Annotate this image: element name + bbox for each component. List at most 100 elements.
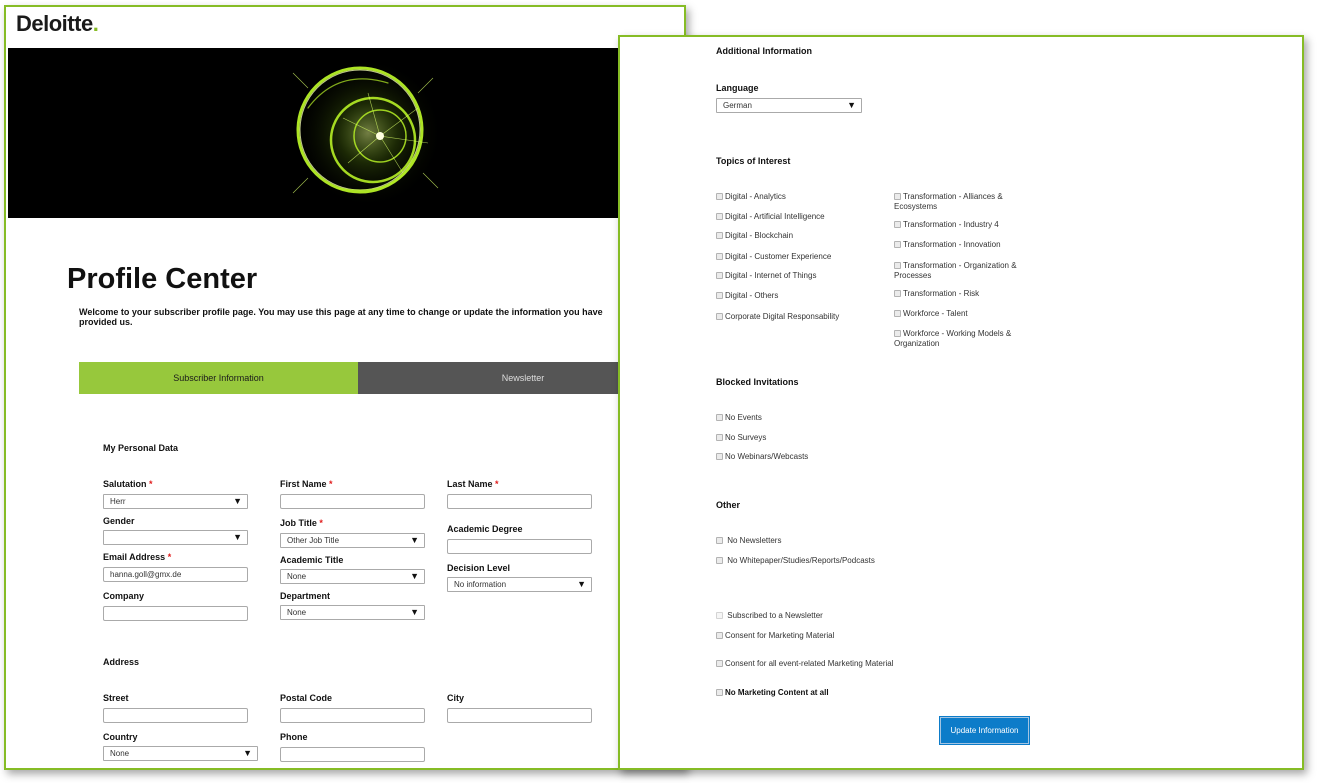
checkbox-icon[interactable] bbox=[716, 612, 723, 619]
country-label: Country bbox=[103, 732, 138, 742]
topic-checkbox-item[interactable]: Digital - Blockchain bbox=[716, 231, 793, 241]
sparkler-image bbox=[8, 48, 684, 218]
logo-text: Deloitte bbox=[16, 11, 93, 36]
topic-label: Corporate Digital Responsability bbox=[725, 312, 840, 321]
topic-checkbox-item[interactable]: Transformation - Alliances & Ecosystems bbox=[894, 192, 1014, 212]
checkbox-icon[interactable] bbox=[894, 221, 901, 228]
topic-checkbox-item[interactable]: Digital - Others bbox=[716, 291, 778, 301]
topic-label: Digital - Internet of Things bbox=[725, 271, 817, 280]
salutation-label-text: Salutation bbox=[103, 479, 147, 489]
topic-label: Digital - Blockchain bbox=[725, 231, 794, 240]
checkbox-icon[interactable] bbox=[716, 292, 723, 299]
language-select[interactable]: German ▼ bbox=[716, 98, 862, 113]
event-marketing-consent-checkbox-item[interactable]: Consent for all event-related Marketing … bbox=[716, 659, 894, 669]
checkbox-icon[interactable] bbox=[716, 557, 723, 564]
blocked-label: No Surveys bbox=[725, 433, 767, 442]
topic-checkbox-item[interactable]: Transformation - Innovation bbox=[894, 240, 1014, 250]
other-label: No Newsletters bbox=[727, 536, 782, 545]
topic-checkbox-item[interactable]: Workforce - Working Models & Organizatio… bbox=[894, 329, 1019, 349]
phone-input[interactable] bbox=[280, 747, 425, 762]
event-marketing-consent-label: Consent for all event-related Marketing … bbox=[725, 659, 894, 668]
blocked-checkbox-item[interactable]: No Surveys bbox=[716, 433, 766, 443]
topic-label: Digital - Others bbox=[725, 291, 779, 300]
topic-checkbox-item[interactable]: Digital - Analytics bbox=[716, 192, 786, 202]
checkbox-icon[interactable] bbox=[894, 290, 901, 297]
street-label: Street bbox=[103, 693, 129, 703]
academic-title-label: Academic Title bbox=[280, 555, 344, 565]
other-label: No Whitepaper/Studies/Reports/Podcasts bbox=[727, 556, 875, 565]
required-asterisk: * bbox=[329, 479, 333, 489]
topic-label: Workforce - Talent bbox=[903, 309, 968, 318]
newsletter-panel: Additional Information Language German ▼ … bbox=[618, 35, 1304, 770]
checkbox-icon[interactable] bbox=[894, 310, 901, 317]
topic-checkbox-item[interactable]: Digital - Customer Experience bbox=[716, 252, 831, 262]
last-name-label-text: Last Name bbox=[447, 479, 493, 489]
checkbox-icon[interactable] bbox=[894, 241, 901, 248]
academic-degree-input[interactable] bbox=[447, 539, 592, 554]
other-checkbox-item[interactable]: No Whitepaper/Studies/Reports/Podcasts bbox=[716, 556, 875, 566]
blocked-invitations-heading: Blocked Invitations bbox=[716, 377, 799, 387]
checkbox-icon[interactable] bbox=[716, 232, 723, 239]
postal-code-input[interactable] bbox=[280, 708, 425, 723]
no-marketing-checkbox-item[interactable]: No Marketing Content at all bbox=[716, 688, 829, 698]
topic-checkbox-item[interactable]: Digital - Artificial Intelligence bbox=[716, 212, 825, 222]
required-asterisk: * bbox=[319, 518, 323, 528]
blocked-checkbox-item[interactable]: No Webinars/Webcasts bbox=[716, 452, 808, 462]
chevron-down-icon: ▼ bbox=[847, 100, 856, 110]
checkbox-icon[interactable] bbox=[716, 313, 723, 320]
company-input[interactable] bbox=[103, 606, 248, 621]
salutation-select[interactable]: Herr ▼ bbox=[103, 494, 248, 509]
academic-title-value: None bbox=[287, 572, 307, 581]
checkbox-icon[interactable] bbox=[894, 193, 901, 200]
gender-select[interactable]: ▼ bbox=[103, 530, 248, 545]
first-name-input[interactable] bbox=[280, 494, 425, 509]
update-information-button[interactable]: Update Information bbox=[939, 716, 1030, 745]
department-select[interactable]: None ▼ bbox=[280, 605, 425, 620]
email-label: Email Address * bbox=[103, 552, 171, 562]
job-title-select[interactable]: Other Job Title ▼ bbox=[280, 533, 425, 548]
decision-level-select[interactable]: No information ▼ bbox=[447, 577, 592, 592]
topic-checkbox-item[interactable]: Workforce - Talent bbox=[894, 309, 1014, 319]
topic-label: Transformation - Industry 4 bbox=[903, 220, 999, 229]
email-field[interactable]: hanna.goll@gmx.de bbox=[103, 567, 248, 582]
marketing-consent-checkbox-item[interactable]: Consent for Marketing Material bbox=[716, 631, 834, 641]
topic-label: Digital - Artificial Intelligence bbox=[725, 212, 825, 221]
checkbox-icon[interactable] bbox=[716, 453, 723, 460]
topic-checkbox-item[interactable]: Digital - Internet of Things bbox=[716, 271, 816, 281]
checkbox-icon[interactable] bbox=[716, 253, 723, 260]
checkbox-icon[interactable] bbox=[716, 193, 723, 200]
subscribed-checkbox-item[interactable]: Subscribed to a Newsletter bbox=[716, 611, 823, 621]
topic-label: Transformation - Alliances & Ecosystems bbox=[894, 192, 1003, 211]
salutation-label: Salutation * bbox=[103, 479, 153, 489]
checkbox-icon[interactable] bbox=[716, 434, 723, 441]
country-value: None bbox=[110, 749, 130, 758]
checkbox-icon[interactable] bbox=[716, 689, 723, 696]
checkbox-icon[interactable] bbox=[716, 414, 723, 421]
street-input[interactable] bbox=[103, 708, 248, 723]
other-checkbox-item[interactable]: No Newsletters bbox=[716, 536, 781, 546]
job-title-label-text: Job Title bbox=[280, 518, 317, 528]
city-input[interactable] bbox=[447, 708, 592, 723]
topic-checkbox-item[interactable]: Transformation - Organization & Processe… bbox=[894, 261, 1029, 281]
topic-checkbox-item[interactable]: Corporate Digital Responsability bbox=[716, 312, 839, 322]
checkbox-icon[interactable] bbox=[716, 272, 723, 279]
topic-checkbox-item[interactable]: Transformation - Industry 4 bbox=[894, 220, 1014, 230]
checkbox-icon[interactable] bbox=[716, 213, 723, 220]
academic-title-select[interactable]: None ▼ bbox=[280, 569, 425, 584]
last-name-input[interactable] bbox=[447, 494, 592, 509]
checkbox-icon[interactable] bbox=[716, 632, 723, 639]
checkbox-icon[interactable] bbox=[894, 262, 901, 269]
marketing-consent-label: Consent for Marketing Material bbox=[725, 631, 835, 640]
checkbox-icon[interactable] bbox=[716, 660, 723, 667]
topic-checkbox-item[interactable]: Transformation - Risk bbox=[894, 289, 1014, 299]
topic-label: Digital - Analytics bbox=[725, 192, 786, 201]
chevron-down-icon: ▼ bbox=[233, 496, 242, 506]
first-name-label: First Name * bbox=[280, 479, 333, 489]
tab-subscriber-information[interactable]: Subscriber Information bbox=[79, 362, 358, 394]
country-select[interactable]: None ▼ bbox=[103, 746, 258, 761]
checkbox-icon[interactable] bbox=[716, 537, 723, 544]
job-title-label: Job Title * bbox=[280, 518, 323, 528]
blocked-checkbox-item[interactable]: No Events bbox=[716, 413, 762, 423]
checkbox-icon[interactable] bbox=[894, 330, 901, 337]
postal-code-label: Postal Code bbox=[280, 693, 333, 703]
